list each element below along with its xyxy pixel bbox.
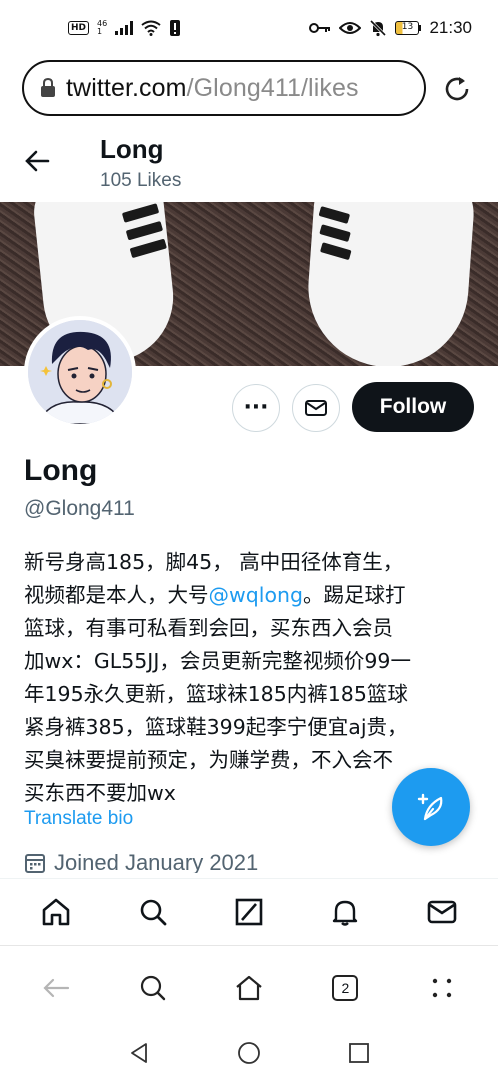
banner-sock-right [303,202,477,366]
square-recents-icon [349,1043,369,1063]
menu-icon [432,978,451,998]
translate-bio-link[interactable]: Translate bio [24,808,133,830]
envelope-icon [305,400,327,416]
avatar-illustration [28,320,132,424]
network-type-bottom: 1 [97,27,103,36]
back-arrow-icon[interactable] [22,146,52,176]
nav-home[interactable] [32,888,80,936]
status-bar: HD 46 1 13 21:30 [0,0,498,56]
system-home-button[interactable] [231,1035,267,1071]
nav-messages[interactable] [418,888,466,936]
triangle-back-icon [131,1043,147,1063]
message-button[interactable] [292,384,340,432]
profile-bio: 新号身高185，脚45， 高中田径体育生， 视频都是本人，大号@wqlong。踢… [24,546,474,810]
browser-address-row: twitter.com/Glong411/likes [0,58,498,120]
browser-search-button[interactable] [129,964,177,1012]
compose-tweet-button[interactable] [392,768,470,846]
compose-feather-icon [417,793,443,821]
url-text: twitter.com/Glong411/likes [66,74,359,103]
search-icon [140,899,166,926]
nav-explore[interactable] [129,888,177,936]
mute-bell-icon [370,19,387,37]
battery-level: 13 [395,21,420,35]
key-icon [309,23,331,33]
more-icon: ··· [243,395,269,420]
profile-display-name: Long [24,454,98,487]
browser-back-button[interactable] [32,964,80,1012]
home-icon [236,975,262,1001]
nav-notifications[interactable] [321,888,369,936]
system-recents-button[interactable] [341,1035,377,1071]
url-path: /Glong411/likes [186,73,359,102]
system-navigation-bar [0,1026,498,1080]
browser-menu-button[interactable] [418,964,466,1012]
twitter-bottom-nav [0,878,498,946]
signal-icon [115,21,134,35]
battery-indicator: 13 [395,21,422,35]
tabs-icon: 2 [332,975,359,1001]
browser-tabs-button[interactable]: 2 [321,964,369,1012]
wifi-icon [141,20,161,36]
communities-icon [235,898,263,926]
calendar-icon [25,854,45,873]
bio-mention-link[interactable]: @wqlong [209,583,304,607]
clock: 21:30 [429,18,472,37]
hd-badge: HD [68,21,90,35]
eye-icon [339,22,362,34]
lock-icon [41,78,55,97]
status-left: HD 46 1 [68,19,181,37]
more-options-button[interactable]: ··· [232,384,280,432]
profile-header: Long 105 Likes [0,124,498,202]
profile-avatar[interactable] [24,316,136,428]
home-icon [42,898,70,926]
status-right: 13 21:30 [309,18,472,38]
profile-handle: @Glong411 [24,497,135,520]
bio-text-end: 。踢足球打 篮球，有事可私看到会回，买东西入会员 加wx：GL55JJ，会员更新… [24,583,411,805]
browser-toolbar: 2 [0,950,498,1026]
system-back-button[interactable] [121,1035,157,1071]
reload-icon[interactable] [442,74,472,104]
url-domain: twitter.com [66,73,187,102]
nav-communities[interactable] [225,888,273,936]
url-field[interactable]: twitter.com/Glong411/likes [22,60,426,116]
search-icon [140,975,165,1001]
alert-icon [170,20,181,36]
follow-button[interactable]: Follow [352,382,474,432]
header-title: Long [100,134,164,164]
header-likes-count: 105 Likes [100,170,182,191]
back-icon [43,978,70,998]
circle-home-icon [238,1042,260,1064]
messages-icon [427,900,457,924]
notifications-icon [333,900,358,926]
network-type: 46 1 [97,20,107,36]
browser-home-button[interactable] [225,964,273,1012]
